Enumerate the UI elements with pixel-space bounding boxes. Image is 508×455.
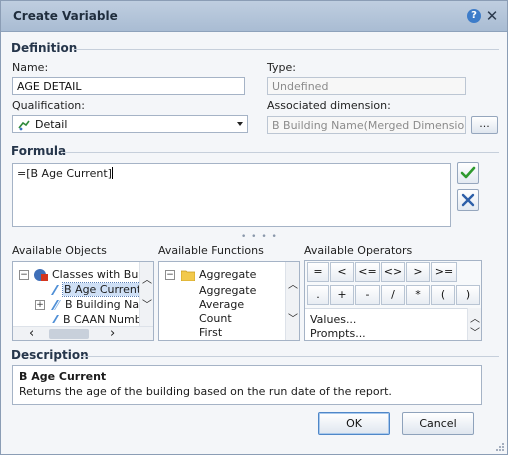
description-heading: Description — [11, 348, 89, 362]
operator-greater-than[interactable]: > — [406, 262, 430, 282]
function-item[interactable]: Count — [199, 312, 232, 325]
operator-dot[interactable]: . — [307, 285, 329, 305]
scroll-down-icon[interactable]: ﹀ — [288, 310, 298, 325]
objects-horizontal-scrollbar[interactable]: ‹ › — [13, 326, 153, 340]
collapse-icon[interactable]: − — [165, 270, 175, 280]
operator-plus[interactable]: + — [330, 285, 354, 305]
operator-close-paren[interactable]: ) — [456, 285, 480, 305]
available-operators-panel: = < <= <> > >= . + - / * ( ) Values... P… — [304, 260, 482, 341]
scroll-up-icon[interactable]: ︿ — [288, 276, 298, 291]
definition-heading: Definition — [11, 41, 78, 55]
description-title: B Age Current — [19, 370, 107, 383]
tree-item-label: B Age Current — [61, 282, 144, 297]
associated-dimension-label: Associated dimension: — [267, 99, 391, 112]
tree-item-label: Classes with Build — [52, 268, 152, 281]
operator-less-equal[interactable]: <= — [355, 262, 380, 282]
qualification-label: Qualification: — [12, 99, 85, 112]
definition-divider — [73, 49, 499, 50]
prompts-item[interactable]: Prompts... — [310, 327, 366, 340]
description-box: B Age Current Returns the age of the bui… — [12, 365, 482, 405]
function-group-label: Aggregate — [199, 268, 257, 281]
validate-formula-button[interactable] — [457, 162, 479, 184]
universe-icon — [34, 269, 48, 281]
cancel-button[interactable]: Cancel — [402, 412, 474, 435]
qualification-dropdown[interactable]: Detail — [12, 115, 248, 133]
tree-item-b-building-name[interactable]: + B Building Nar — [35, 298, 144, 312]
ok-button[interactable]: OK — [318, 412, 390, 435]
scroll-right-icon[interactable]: › — [110, 326, 115, 340]
name-input[interactable]: AGE DETAIL — [12, 77, 245, 95]
folder-icon — [181, 270, 195, 281]
name-label: Name: — [12, 61, 49, 74]
qualification-value: Detail — [35, 118, 68, 131]
formula-divider — [63, 152, 499, 153]
operator-multiply[interactable]: * — [406, 285, 430, 305]
dialog-title: Create Variable — [13, 9, 118, 23]
available-objects-label: Available Objects — [12, 244, 107, 257]
operator-open-paren[interactable]: ( — [431, 285, 455, 305]
description-text: Returns the age of the building based on… — [19, 385, 392, 398]
dimension-icon — [51, 285, 59, 295]
chevron-down-icon[interactable] — [237, 122, 243, 126]
x-icon — [461, 193, 475, 207]
operator-less-than[interactable]: < — [330, 262, 354, 282]
function-item[interactable]: Aggregate — [199, 284, 256, 297]
scroll-down-icon[interactable]: ﹀ — [142, 296, 152, 311]
scroll-left-icon[interactable]: ‹ — [29, 326, 34, 340]
dimension-icon — [51, 300, 61, 310]
scroll-up-icon[interactable]: ︿ — [142, 271, 152, 286]
browse-dimension-button[interactable]: ... — [471, 116, 498, 134]
scroll-thumb[interactable] — [49, 329, 89, 339]
detail-qualification-icon — [18, 120, 30, 131]
tree-item-label: B Building Nar — [65, 298, 144, 311]
functions-vertical-scrollbar[interactable]: ︿ ﹀ — [285, 262, 299, 340]
scroll-down-icon[interactable]: ﹀ — [470, 324, 480, 339]
collapse-icon[interactable]: − — [19, 270, 29, 280]
tree-item-classes[interactable]: − Classes with Build — [19, 268, 151, 282]
description-divider — [81, 356, 499, 357]
type-label: Type: — [267, 61, 296, 74]
function-group-aggregate[interactable]: − Aggregate — [165, 268, 281, 282]
dimension-icon — [52, 315, 59, 323]
objects-vertical-scrollbar[interactable]: ︿ ﹀ — [139, 262, 153, 326]
expand-icon[interactable]: + — [35, 300, 45, 310]
help-icon[interactable]: ? — [467, 9, 481, 23]
operator-divide[interactable]: / — [381, 285, 405, 305]
splitter-handle[interactable]: • • • • — [241, 232, 278, 242]
formula-text: =[B Age Current] — [17, 167, 112, 180]
available-functions-label: Available Functions — [158, 244, 264, 257]
scroll-up-icon[interactable]: ︿ — [470, 310, 480, 325]
resize-grip-icon[interactable] — [495, 442, 505, 452]
tree-item-label: B CAAN Numb — [63, 313, 139, 323]
text-cursor — [111, 167, 113, 179]
close-icon[interactable]: ✕ — [485, 9, 499, 24]
operator-extra-list[interactable]: Values... Prompts... — [305, 308, 467, 340]
operator-greater-equal[interactable]: >= — [431, 262, 457, 282]
function-item[interactable]: First — [199, 326, 222, 339]
function-item[interactable]: Average — [199, 298, 244, 311]
formula-heading: Formula — [11, 144, 67, 158]
operator-equals[interactable]: = — [307, 262, 329, 282]
create-variable-dialog: Create Variable ? ✕ Definition Name: AGE… — [0, 0, 508, 455]
tree-item-b-caan-number[interactable]: B CAAN Numb — [49, 313, 139, 323]
type-field: Undefined — [267, 77, 466, 95]
checkmark-icon — [460, 166, 476, 179]
title-bar[interactable]: Create Variable ? ✕ — [1, 1, 507, 32]
operator-minus[interactable]: - — [355, 285, 380, 305]
clear-formula-button[interactable] — [457, 189, 479, 211]
available-operators-label: Available Operators — [304, 244, 413, 257]
available-functions-tree[interactable]: − Aggregate Aggregate Average Count Firs… — [158, 261, 300, 341]
associated-dimension-field: B Building Name(Merged Dimensions) — [267, 116, 466, 134]
operator-not-equal[interactable]: <> — [381, 262, 405, 282]
values-item[interactable]: Values... — [310, 313, 356, 326]
tree-item-b-age-current[interactable]: B Age Current — [49, 282, 144, 297]
available-objects-tree[interactable]: − Classes with Build B Age Current + B B… — [12, 261, 154, 341]
formula-editor[interactable]: =[B Age Current] — [12, 163, 451, 227]
operators-vertical-scrollbar[interactable]: ︿ ﹀ — [467, 308, 481, 340]
